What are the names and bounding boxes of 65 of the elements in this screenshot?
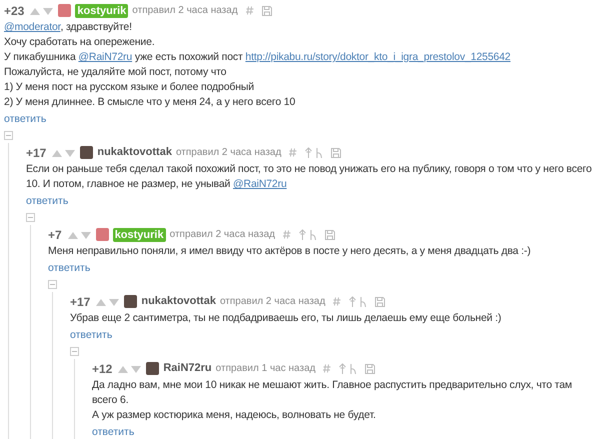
avatar-placeholder [146, 362, 160, 375]
comment-text: Да ладно вам, мне мои 10 никак не мешают жить. Главное распустить предварительно слух, что там [92, 378, 573, 393]
comment-text: У пикабушника @RaiN72ru уже есть похожий пост http://pikabu.ru/story/doktor_kto_i_igra_prestolov_1255642 [4, 50, 512, 65]
vote-arrows-icon[interactable] [118, 364, 142, 372]
author-name[interactable]: kostyurik [75, 4, 128, 18]
parent-links-icon[interactable] [299, 229, 317, 240]
reply-link[interactable]: ответить [4, 112, 46, 126]
collapse-icon[interactable] [70, 347, 79, 356]
comment-time: отправил 2 часа назад [220, 295, 326, 309]
mention-link[interactable]: @moderator [4, 21, 60, 33]
comment-text: Пожалуйста, не удаляйте мой пост, потому что [4, 65, 228, 80]
vote-arrows-icon[interactable] [52, 148, 76, 156]
comment-text: @moderator, здравствуйте! [4, 20, 133, 35]
comment-time: отправил 2 часа назад [132, 4, 238, 18]
comment-text: Если он раньше тебя сделал такой похожий пост, то это не повод унижать его на публику, говоря о том что у него всего [26, 162, 593, 177]
comment-time: отправил 1 час назад [216, 362, 316, 376]
reply-link[interactable]: ответить [26, 194, 68, 208]
vote-arrows-icon[interactable] [68, 230, 92, 238]
comment-text: всего 6. [92, 393, 130, 408]
reply-link[interactable]: ответить [48, 261, 90, 275]
collapse-icon[interactable] [48, 280, 57, 289]
save-icon[interactable] [365, 364, 376, 374]
avatar-placeholder [58, 4, 72, 17]
comment-text: 2) У меня длиннее. В смысле что у меня 24, а у него всего 10 [4, 95, 296, 110]
avatar-placeholder [80, 146, 94, 159]
author-name[interactable]: RaiN72ru [163, 360, 212, 377]
vote-arrows-icon[interactable] [30, 6, 54, 14]
collapse-icon[interactable] [26, 213, 35, 222]
save-icon[interactable] [262, 6, 272, 16]
comment-text: Хочу сработать на опережение. [4, 35, 156, 50]
collapse-icon[interactable] [4, 131, 13, 140]
author-name[interactable]: nukaktovottak [141, 293, 216, 310]
comment-text: 10. И потом, главное не размер, не унывай @RaiN72ru [26, 177, 288, 192]
save-icon[interactable] [331, 148, 342, 158]
comment-text: 1) У меня пост на русском языке и более подробный [4, 80, 256, 95]
author-name[interactable]: nukaktovottak [97, 144, 172, 161]
comment-score: +17 [70, 294, 90, 310]
comment-score: +23 [4, 2, 24, 20]
parent-links-icon[interactable] [339, 363, 358, 374]
hash-icon[interactable] [323, 364, 332, 373]
vote-arrows-icon[interactable] [96, 298, 120, 306]
author-name[interactable]: kostyurik [112, 228, 166, 242]
avatar-placeholder [124, 295, 138, 308]
comment-score: +12 [92, 360, 112, 378]
comment-text: А уж размер костюрика меня, надеюсь, волновать не будет. [92, 408, 377, 423]
mention-link[interactable]: @RaiN72ru [233, 178, 287, 190]
hash-icon[interactable] [283, 230, 291, 239]
url-link[interactable]: http://pikabu.ru/story/doktor_kto_i_igra_prestolov_1255642 [245, 51, 510, 63]
comment-score: +7 [48, 226, 62, 244]
parent-links-icon[interactable] [305, 147, 324, 158]
comment-time: отправил 2 часа назад [176, 146, 282, 160]
save-icon[interactable] [375, 296, 386, 306]
save-icon[interactable] [325, 230, 335, 240]
reply-link[interactable]: ответить [92, 425, 134, 439]
comment-time: отправил 2 часа назад [170, 228, 275, 242]
mention-link[interactable]: @RaiN72ru [78, 51, 132, 63]
comment-text: Убрав еще 2 сантиметра, ты не подбадриваешь его, ты лишь делаешь ему еще больней :) [70, 311, 502, 326]
avatar-placeholder [96, 228, 109, 241]
hash-icon[interactable] [333, 297, 342, 306]
hash-icon[interactable] [246, 6, 254, 15]
comment-text: Меня неправильно поняли, я имел ввиду что актёров в посте у него десять, а у меня двадцать два :-) [48, 244, 532, 259]
parent-links-icon[interactable] [349, 296, 368, 307]
hash-icon[interactable] [289, 148, 298, 157]
reply-link[interactable]: ответить [70, 328, 112, 342]
comment-score: +17 [26, 144, 46, 162]
